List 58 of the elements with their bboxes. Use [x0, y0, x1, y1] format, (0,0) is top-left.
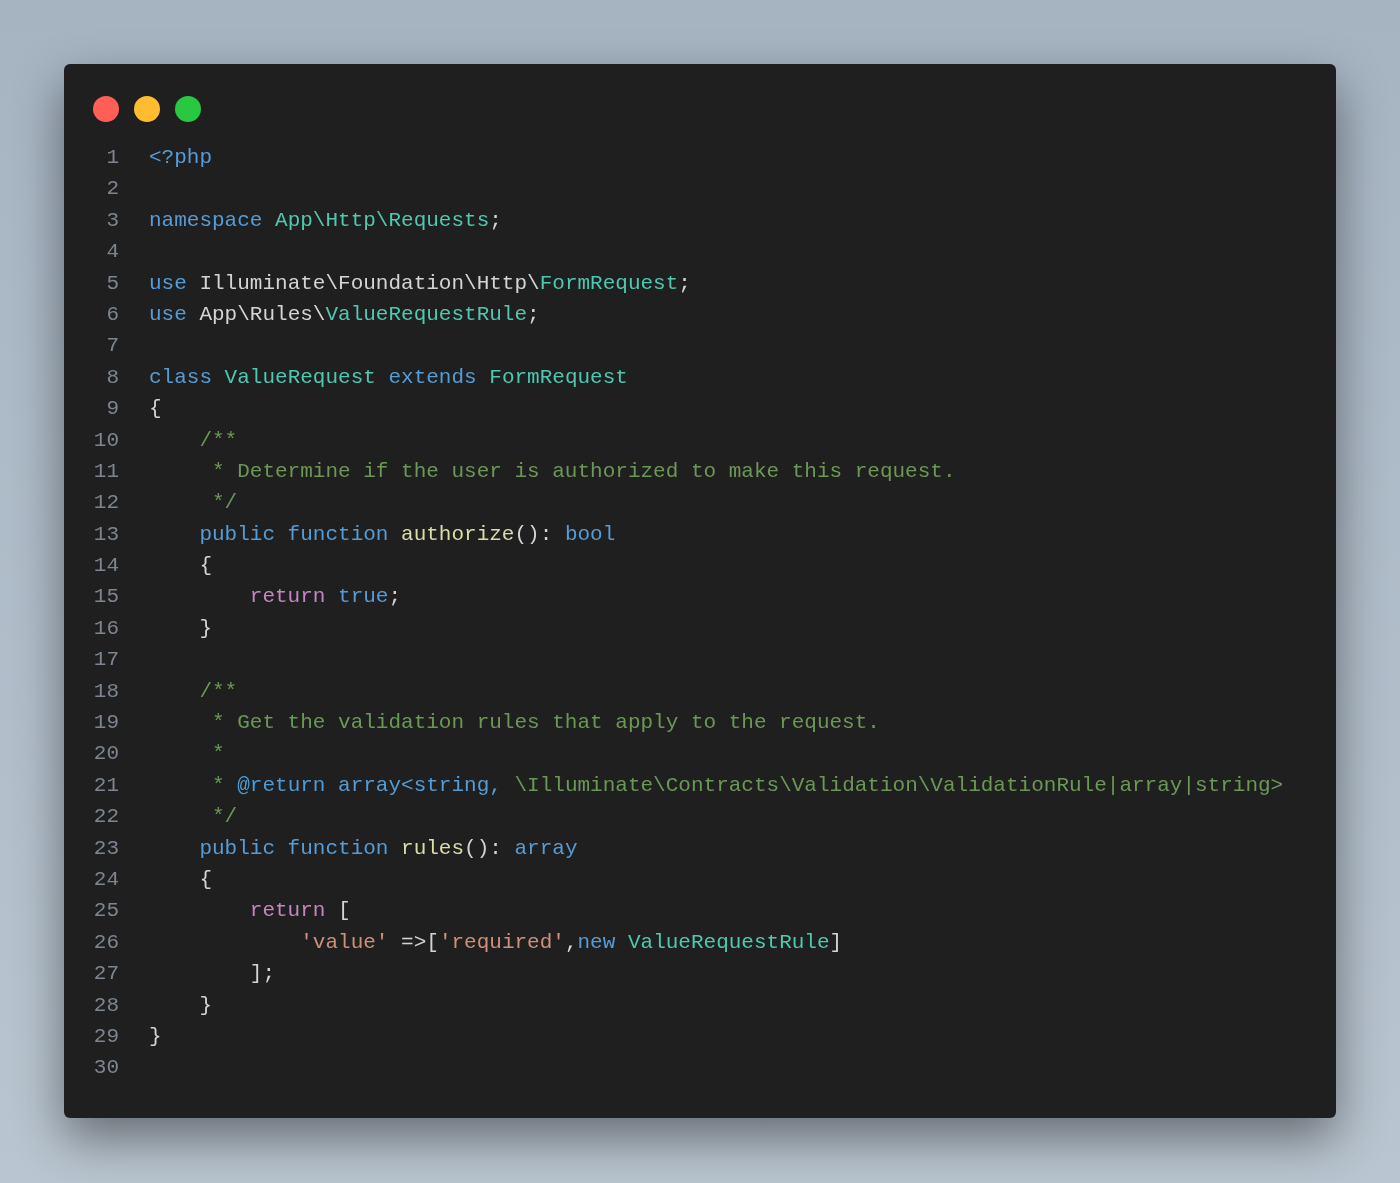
line-number: 25 — [93, 898, 119, 925]
code-line: */ — [211, 804, 238, 831]
window-control-icon[interactable] — [93, 96, 119, 122]
line-number: 20 — [93, 741, 119, 768]
code-line: { — [198, 553, 212, 580]
window-control-icon[interactable] — [175, 96, 201, 122]
code-line: } — [149, 1023, 162, 1050]
line-number: 16 — [93, 615, 119, 642]
code-line: ]; — [248, 961, 276, 988]
code-line: } — [198, 992, 212, 1019]
code-line: } — [198, 615, 212, 642]
line-number: 7 — [105, 333, 119, 360]
code-line: use Illuminate\Foundation\Http\FormRequest; — [149, 270, 691, 297]
line-number: 22 — [93, 804, 119, 831]
line-number: 2 — [105, 176, 119, 203]
code-line: */ — [211, 490, 238, 517]
code-line: * Get the validation rules that apply to the request. — [211, 710, 880, 737]
line-number: 24 — [93, 867, 119, 893]
line-number: 18 — [93, 678, 119, 705]
line-number: 14 — [93, 553, 119, 580]
line-number: 21 — [93, 772, 119, 799]
code-line: /** — [198, 427, 238, 454]
line-number: 26 — [93, 929, 119, 956]
code-line: use App\Rules\ValueRequestRule; — [149, 301, 540, 328]
code-line: return true; — [248, 584, 402, 611]
line-number: 8 — [105, 364, 119, 391]
code-line: { — [198, 867, 212, 893]
code-line: <?php — [149, 145, 212, 171]
line-number: 1 — [105, 145, 119, 171]
line-number: 11 — [93, 458, 119, 485]
line-number: 4 — [105, 239, 119, 266]
line-number: 9 — [105, 396, 119, 423]
line-number: 6 — [105, 301, 119, 328]
line-number: 3 — [105, 207, 119, 234]
line-number: 30 — [93, 1055, 119, 1082]
line-number: 10 — [93, 427, 119, 454]
code-line: /** — [198, 678, 238, 705]
line-number: 23 — [93, 835, 119, 862]
line-number: 5 — [105, 270, 119, 297]
line-number: 12 — [93, 490, 119, 517]
code-line: 'value' =>['required',new ValueRequestRule] — [299, 929, 843, 956]
code-line: namespace App\Http\Requests; — [149, 207, 502, 234]
code-line: class ValueRequest extends FormRequest — [149, 364, 628, 391]
code-line: public function rules(): array — [198, 835, 578, 862]
code-line: { — [149, 396, 162, 423]
code-line: public function authorize(): bool — [198, 521, 616, 548]
line-number: 28 — [93, 992, 119, 1019]
code-line: return [ — [248, 898, 351, 925]
line-number: 27 — [93, 961, 119, 988]
line-number: 13 — [93, 521, 119, 548]
line-number: 19 — [93, 710, 119, 737]
code-line: * — [211, 741, 225, 768]
line-number: 15 — [93, 584, 119, 611]
window-control-icon[interactable] — [134, 96, 160, 122]
line-number: 17 — [93, 647, 119, 674]
code-line: * Determine if the user is authorized to make this request. — [211, 458, 956, 485]
line-number: 29 — [93, 1023, 119, 1050]
code-line: * @return array<string, \Illuminate\Contracts\Validation\ValidationRule|array|string> — [211, 772, 1284, 799]
